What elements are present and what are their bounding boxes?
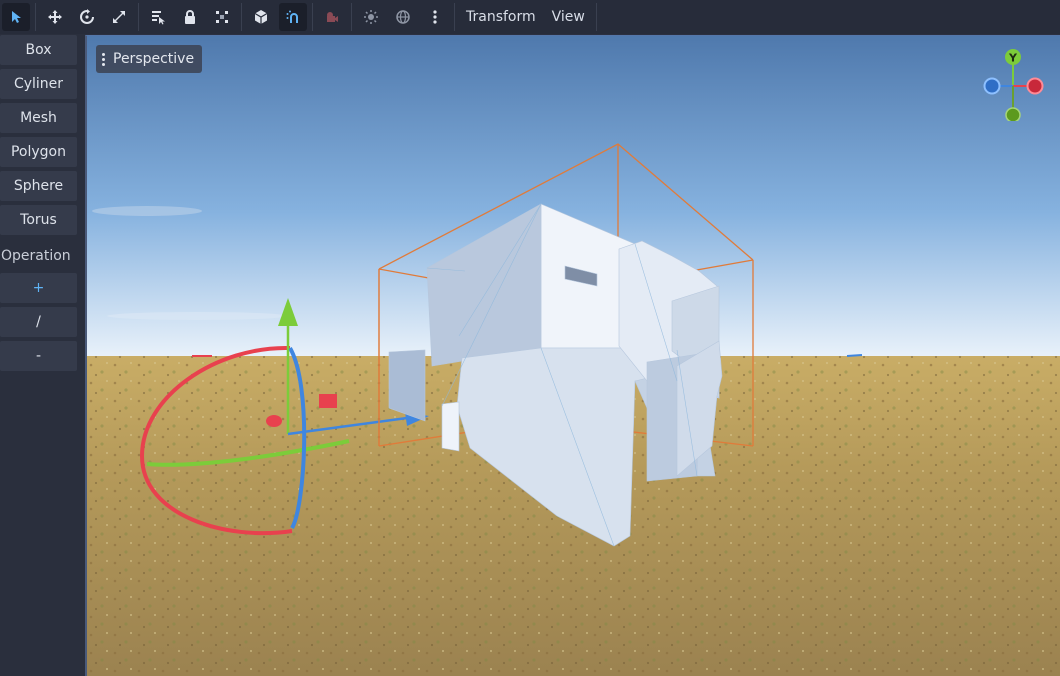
lock-icon <box>185 10 195 24</box>
operation-label: Operation <box>1 248 71 264</box>
plane-handle <box>319 394 337 408</box>
toolbar-separator <box>312 3 313 31</box>
move-tool-button[interactable] <box>41 3 69 31</box>
torus-button[interactable]: Torus <box>0 205 77 235</box>
scale-tool-button[interactable] <box>105 3 133 31</box>
axis-z-guide <box>846 354 863 357</box>
group-button[interactable] <box>208 3 236 31</box>
view-menu[interactable]: View <box>544 3 593 31</box>
gizmo-y-negative <box>1005 107 1021 121</box>
perspective-label: Perspective <box>113 51 195 67</box>
sun-toggle-button[interactable] <box>357 3 385 31</box>
move-icon <box>48 10 62 24</box>
sphere-button[interactable]: Sphere <box>0 171 77 201</box>
scene-render <box>87 36 1060 676</box>
mesh-button[interactable]: Mesh <box>0 103 77 133</box>
toolbar: Transform View <box>0 0 1060 34</box>
more-vertical-icon <box>102 52 105 66</box>
gizmo-z-positive <box>983 77 1001 95</box>
camera-preview-icon <box>327 12 338 22</box>
list-select-button[interactable] <box>144 3 172 31</box>
rotate-icon <box>80 9 94 24</box>
camera-preview-button[interactable] <box>318 3 346 31</box>
local-space-icon <box>254 10 268 24</box>
more-vertical-icon <box>433 10 437 24</box>
list-select-icon <box>152 11 165 25</box>
cloud <box>92 206 202 216</box>
sun-icon <box>364 10 378 24</box>
snap-button[interactable] <box>279 3 307 31</box>
rotate-tool-button[interactable] <box>73 3 101 31</box>
perspective-menu-button[interactable]: Perspective <box>96 45 203 73</box>
group-icon <box>216 11 228 23</box>
scale-icon <box>113 11 125 23</box>
csg-sidebar: Box Cyliner Mesh Polygon Sphere Torus Op… <box>0 34 85 676</box>
3d-viewport[interactable]: Perspective Y <box>85 35 1060 676</box>
toolbar-separator <box>351 3 352 31</box>
environment-toggle-button[interactable] <box>389 3 417 31</box>
toolbar-separator <box>35 3 36 31</box>
toolbar-separator <box>454 3 455 31</box>
union-operation-button[interactable]: + <box>0 273 77 303</box>
view-orientation-gizmo[interactable]: Y <box>974 46 1044 121</box>
polygon-button[interactable]: Polygon <box>0 137 77 167</box>
lock-button[interactable] <box>176 3 204 31</box>
local-space-button[interactable] <box>247 3 275 31</box>
snap-icon <box>286 10 298 23</box>
toolbar-separator <box>241 3 242 31</box>
select-tool-button[interactable] <box>2 3 30 31</box>
box-button[interactable]: Box <box>0 35 77 65</box>
gizmo-x-positive <box>1026 77 1044 95</box>
environment-globe-icon <box>396 10 410 24</box>
cloud <box>107 312 287 320</box>
intersection-operation-button[interactable]: / <box>0 307 77 337</box>
more-options-button[interactable] <box>421 3 449 31</box>
gizmo-y-label: Y <box>1008 52 1018 65</box>
subtraction-operation-button[interactable]: - <box>0 341 77 371</box>
toolbar-separator <box>138 3 139 31</box>
axis-x-handle <box>266 415 282 427</box>
select-arrow-icon <box>12 11 21 23</box>
cylinder-button[interactable]: Cyliner <box>0 69 77 99</box>
toolbar-separator <box>595 3 597 31</box>
transform-menu[interactable]: Transform <box>458 3 544 31</box>
